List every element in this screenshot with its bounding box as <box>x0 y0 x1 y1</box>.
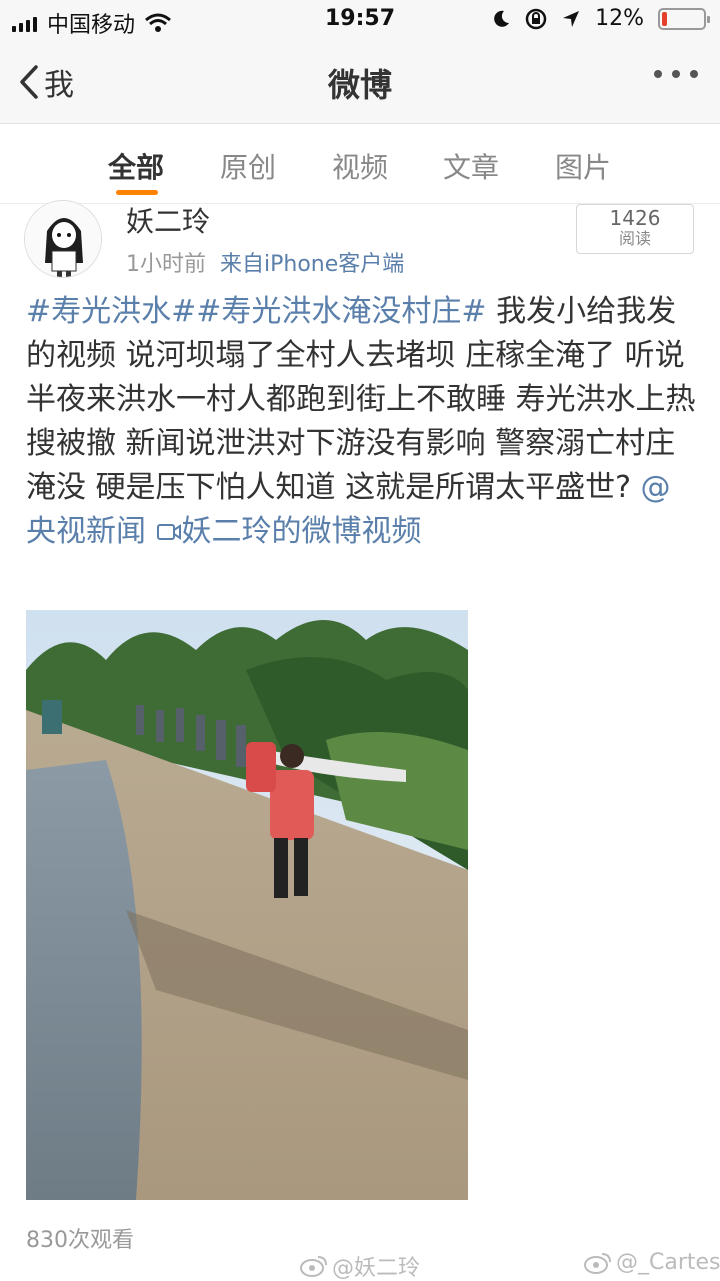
post-meta: 1小时前 来自iPhone客户端 <box>126 246 404 278</box>
watermark-left-text: @妖二玲 <box>332 1256 421 1281</box>
tab-original[interactable]: 原创 <box>220 146 276 186</box>
weibo-logo-icon <box>584 1252 611 1274</box>
tab-indicator <box>116 190 158 195</box>
tab-all[interactable]: 全部 <box>108 146 164 186</box>
video-link[interactable]: 妖二玲的微博视频 <box>156 514 422 549</box>
back-label: 我 <box>44 68 74 103</box>
more-dot-icon <box>672 70 680 78</box>
status-bar: 中国移动 19:57 12% <box>0 0 720 40</box>
chevron-left-icon <box>20 65 38 99</box>
video-icon <box>156 524 181 540</box>
author-name[interactable]: 妖二玲 <box>126 200 210 240</box>
avatar-image <box>25 201 101 277</box>
filter-tabs: 全部 原创 视频 文章 图片 <box>0 124 720 204</box>
battery-percent: 12% <box>595 6 644 31</box>
hashtag-link[interactable]: #寿光洪水淹没村庄# <box>196 294 486 329</box>
read-count: 1426 <box>609 206 661 230</box>
rotation-lock-icon <box>525 8 547 29</box>
battery-fill <box>662 11 667 26</box>
location-icon <box>563 10 580 27</box>
nav-bar: 我 微博 <box>0 40 720 124</box>
page-title: 微博 <box>327 66 392 104</box>
video-link-label: 妖二玲的微博视频 <box>181 514 422 549</box>
post-text: #寿光洪水##寿光洪水淹没村庄# 我发小给我发的视频 说河坝塌了全村人去堵坝 庄… <box>26 290 698 554</box>
video-frame-image <box>26 610 468 1200</box>
watermark-left: @妖二玲 <box>300 1250 420 1281</box>
tab-video[interactable]: 视频 <box>332 146 388 186</box>
more-dot-icon <box>690 70 698 78</box>
more-button[interactable] <box>654 70 698 78</box>
video-thumbnail[interactable] <box>26 610 468 1200</box>
video-view-count: 830次观看 <box>26 1228 134 1253</box>
watermark-right-text: @_Cartes <box>616 1250 720 1275</box>
hashtag-link[interactable]: #寿光洪水# <box>26 294 196 329</box>
back-button[interactable]: 我 <box>18 60 74 104</box>
moon-icon <box>494 10 510 27</box>
status-right: 12% <box>491 6 710 31</box>
tab-images[interactable]: 图片 <box>555 146 611 186</box>
post-source[interactable]: 来自iPhone客户端 <box>220 246 404 278</box>
battery-icon <box>658 7 710 30</box>
watermark-right: @_Cartes <box>584 1250 720 1275</box>
read-count-label: 阅读 <box>618 229 651 248</box>
weibo-logo-icon <box>300 1256 327 1277</box>
tab-article[interactable]: 文章 <box>443 146 499 186</box>
more-dot-icon <box>654 70 662 78</box>
read-count-badge: 1426 阅读 <box>576 204 694 254</box>
post-time: 1小时前 <box>126 252 206 277</box>
avatar[interactable] <box>24 200 102 278</box>
